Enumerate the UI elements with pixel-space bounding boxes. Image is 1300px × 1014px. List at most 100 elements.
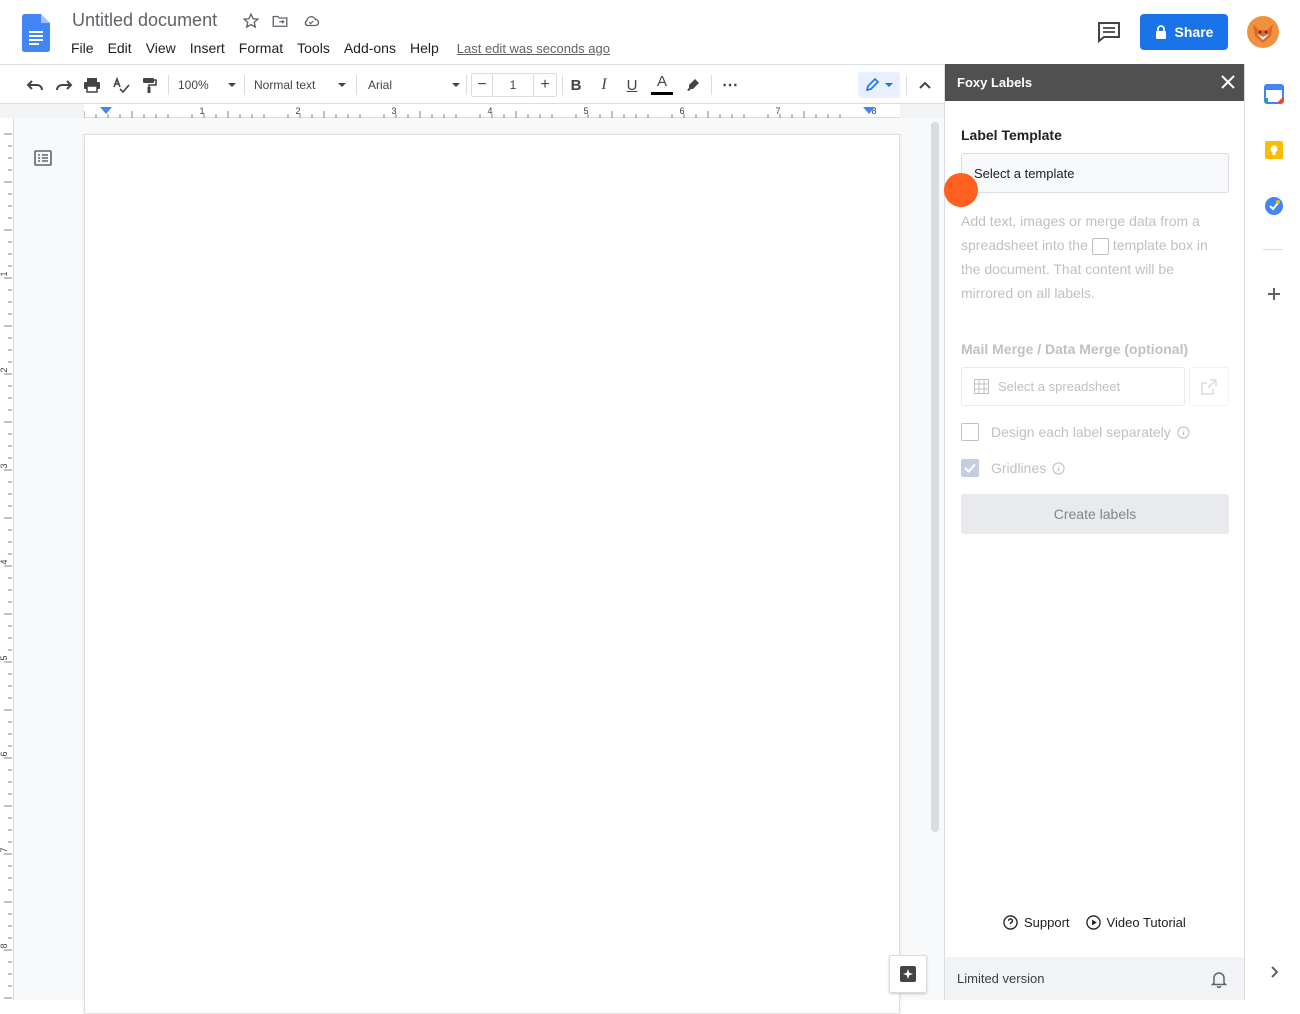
zoom-select[interactable]: 100%: [178, 73, 236, 97]
menu-edit[interactable]: Edit: [101, 38, 139, 60]
keep-icon[interactable]: [1264, 140, 1284, 160]
document-outline-icon[interactable]: [33, 148, 53, 168]
vertical-ruler[interactable]: 1 2 3 4 5 6 7 8: [0, 118, 14, 1000]
docs-logo-icon[interactable]: [22, 14, 50, 52]
editing-mode-select[interactable]: [858, 72, 900, 98]
ruler-label: 6: [0, 751, 9, 756]
paragraph-style-select[interactable]: Normal text: [254, 73, 346, 97]
underline-button[interactable]: U: [622, 73, 642, 97]
italic-button[interactable]: I: [594, 73, 614, 97]
star-icon[interactable]: [242, 12, 260, 30]
support-label: Support: [1024, 915, 1070, 930]
close-icon[interactable]: [1219, 73, 1237, 91]
menu-help[interactable]: Help: [403, 38, 446, 60]
label-template-heading: Label Template: [961, 127, 1062, 143]
move-folder-icon[interactable]: [271, 12, 289, 30]
ruler-label: 4: [487, 106, 492, 116]
document-page[interactable]: [84, 134, 900, 1014]
bell-icon[interactable]: [1211, 970, 1227, 988]
text-color-button[interactable]: A: [650, 73, 674, 97]
info-icon[interactable]: [1052, 461, 1065, 475]
font-size-input[interactable]: 1: [493, 73, 533, 97]
footer-links: Support Video Tutorial: [1003, 915, 1186, 930]
text-color-label: A: [656, 73, 667, 90]
support-link[interactable]: Support: [1003, 915, 1070, 930]
toolbar-divider: [466, 75, 467, 95]
share-button[interactable]: Share: [1140, 14, 1228, 50]
redo-icon[interactable]: [53, 73, 75, 97]
add-addon-icon[interactable]: [1264, 284, 1284, 304]
toolbar-divider: [356, 75, 357, 95]
ruler-label: 2: [0, 367, 9, 372]
info-icon[interactable]: [1177, 425, 1190, 439]
decrease-font-size-button[interactable]: −: [471, 73, 493, 97]
collapse-menus-icon[interactable]: [914, 73, 936, 97]
undo-icon[interactable]: [24, 73, 46, 97]
horizontal-ruler[interactable]: 12345678: [84, 104, 900, 118]
comments-icon[interactable]: [1096, 20, 1122, 44]
paragraph-style-value: Normal text: [254, 78, 316, 92]
toolbar-divider: [562, 75, 563, 95]
toolbar-divider: [244, 75, 245, 95]
ruler-label: 6: [679, 106, 684, 116]
panel-title: Foxy Labels: [945, 64, 1245, 101]
menu-tools[interactable]: Tools: [290, 38, 337, 60]
menu-addons[interactable]: Add-ons: [337, 38, 403, 60]
increase-font-size-button[interactable]: +: [533, 73, 557, 97]
design-each-checkbox[interactable]: [961, 423, 979, 441]
template-select[interactable]: Select a template: [961, 153, 1229, 193]
toolbar-divider: [906, 75, 907, 95]
lock-icon: [1155, 25, 1166, 39]
design-each-label: Design each label separately: [991, 424, 1171, 440]
ruler-label: 8: [0, 943, 9, 948]
design-each-label-row[interactable]: Design each label separately: [961, 422, 1190, 442]
ruler-label: 5: [583, 106, 588, 116]
document-scrollbar[interactable]: [931, 122, 939, 832]
menu-bar: File Edit View Insert Format Tools Add-o…: [64, 38, 610, 60]
help-text: Add text, images or merge data from a sp…: [961, 209, 1227, 305]
menu-insert[interactable]: Insert: [183, 38, 232, 60]
ruler-label: 1: [199, 106, 204, 116]
ruler-label: 3: [391, 106, 396, 116]
paint-format-icon[interactable]: [138, 73, 160, 97]
calendar-icon[interactable]: [1264, 84, 1284, 104]
spreadsheet-select[interactable]: Select a spreadsheet: [961, 367, 1185, 406]
toolbar-divider: [168, 75, 169, 95]
font-family-value: Arial: [368, 78, 393, 92]
font-family-select[interactable]: Arial: [368, 73, 460, 97]
video-tutorial-link[interactable]: Video Tutorial: [1085, 915, 1186, 930]
tasks-icon[interactable]: [1264, 196, 1284, 216]
expand-panel-icon[interactable]: [1264, 962, 1284, 982]
gridlines-checkbox[interactable]: [961, 459, 979, 477]
share-label: Share: [1174, 24, 1214, 40]
chevron-down-icon: [338, 83, 346, 87]
pointer-indicator: [944, 173, 978, 207]
bold-button[interactable]: B: [566, 73, 586, 97]
avatar[interactable]: [1247, 16, 1279, 48]
spellcheck-icon[interactable]: [110, 73, 132, 97]
right-indent-marker[interactable]: [863, 107, 875, 114]
menu-file[interactable]: File: [64, 38, 101, 60]
menu-format[interactable]: Format: [232, 38, 290, 60]
last-edit-link[interactable]: Last edit was seconds ago: [457, 38, 610, 60]
zoom-value: 100%: [178, 78, 209, 92]
open-in-new-icon[interactable]: [1189, 367, 1229, 406]
print-icon[interactable]: [81, 73, 103, 97]
create-labels-button[interactable]: Create labels: [961, 494, 1229, 534]
menu-view[interactable]: View: [139, 38, 183, 60]
foxy-labels-panel: Foxy Labels Label Template Select a temp…: [944, 64, 1245, 1000]
ruler-label: 3: [0, 463, 9, 468]
cloud-saved-icon[interactable]: [301, 12, 320, 30]
highlight-color-icon[interactable]: [682, 73, 704, 97]
chevron-down-icon: [452, 83, 460, 87]
text-color-swatch: [651, 92, 673, 95]
explore-icon[interactable]: [889, 955, 927, 993]
left-indent-marker[interactable]: [100, 107, 112, 114]
gridlines-row[interactable]: Gridlines: [961, 458, 1065, 478]
app-header: Untitled document File Edit View Insert …: [0, 0, 1300, 64]
document-title[interactable]: Untitled document: [72, 10, 217, 31]
more-options-button[interactable]: ⋯: [719, 73, 741, 97]
chevron-down-icon: [885, 83, 893, 87]
ruler-label: 1: [0, 271, 9, 276]
video-tutorial-label: Video Tutorial: [1106, 915, 1186, 930]
